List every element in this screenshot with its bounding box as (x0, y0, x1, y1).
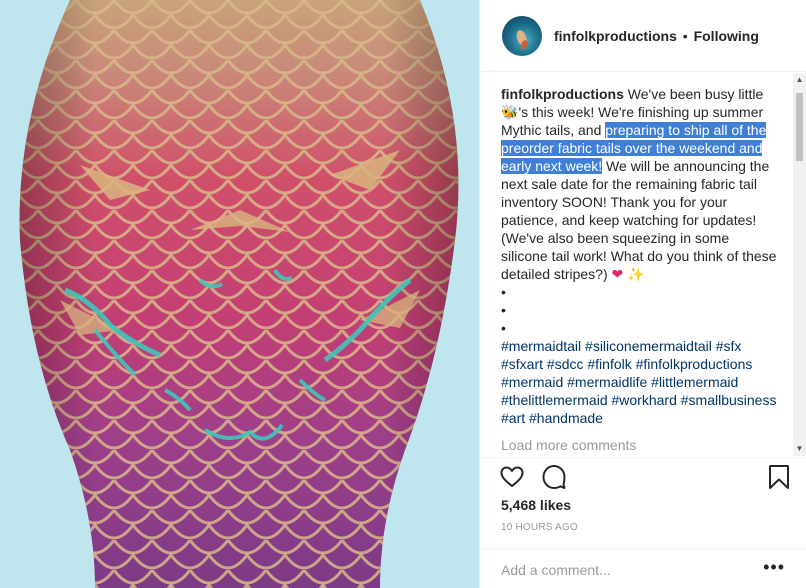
post-header: finfolkproductions • Following (480, 0, 806, 72)
caption-hashtags[interactable]: #mermaidtail #siliconemermaidtail #sfx #… (501, 338, 776, 426)
header-username[interactable]: finfolkproductions (554, 28, 677, 44)
sparkle-emoji: ✨ (627, 266, 645, 282)
post-actions (480, 457, 806, 497)
post-timestamp[interactable]: 10 HOURS AGO (501, 522, 578, 533)
comment-button[interactable] (541, 464, 567, 490)
scroll-up-arrow-icon[interactable]: ▲ (793, 73, 806, 87)
avatar[interactable] (502, 15, 542, 56)
like-button[interactable] (499, 464, 525, 490)
following-button[interactable]: Following (694, 28, 759, 44)
mermaid-tail-image (0, 0, 479, 588)
comments-scrollbar[interactable]: ▲ ▼ (793, 73, 806, 456)
header-text: finfolkproductions • Following (554, 27, 759, 45)
comment-bar: ••• (480, 548, 806, 588)
bookmark-icon (769, 465, 789, 489)
header-separator: • (682, 27, 688, 44)
heart-outline-icon (500, 466, 524, 488)
caption-bullet: • (501, 320, 506, 336)
bee-emoji: 🐝 (501, 104, 519, 120)
caption-username[interactable]: finfolkproductions (501, 86, 624, 102)
comment-input[interactable] (501, 560, 741, 580)
save-button[interactable] (766, 464, 792, 490)
caption-bullet: • (501, 302, 506, 318)
caption-text-1: We've been busy little (623, 86, 764, 102)
post-photo[interactable] (0, 0, 479, 588)
likes-count[interactable]: 5,468 likes (501, 497, 571, 513)
heart-emoji: ❤ (611, 266, 624, 282)
scrollbar-thumb[interactable] (796, 93, 803, 161)
comments-scroll-area[interactable]: finfolkproductions We've been busy littl… (480, 73, 806, 456)
more-options-icon[interactable]: ••• (763, 558, 785, 576)
scroll-down-arrow-icon[interactable]: ▼ (793, 442, 806, 456)
post-details-panel: finfolkproductions • Following finfolkpr… (479, 0, 806, 588)
caption-text-3: We will be announcing the next sale date… (501, 158, 777, 282)
speech-bubble-icon (542, 465, 566, 489)
caption-bullet: • (501, 284, 506, 300)
instagram-post-view: finfolkproductions • Following finfolkpr… (0, 0, 806, 588)
post-caption: finfolkproductions We've been busy littl… (501, 85, 778, 427)
load-more-comments-link[interactable]: Load more comments (501, 437, 636, 453)
